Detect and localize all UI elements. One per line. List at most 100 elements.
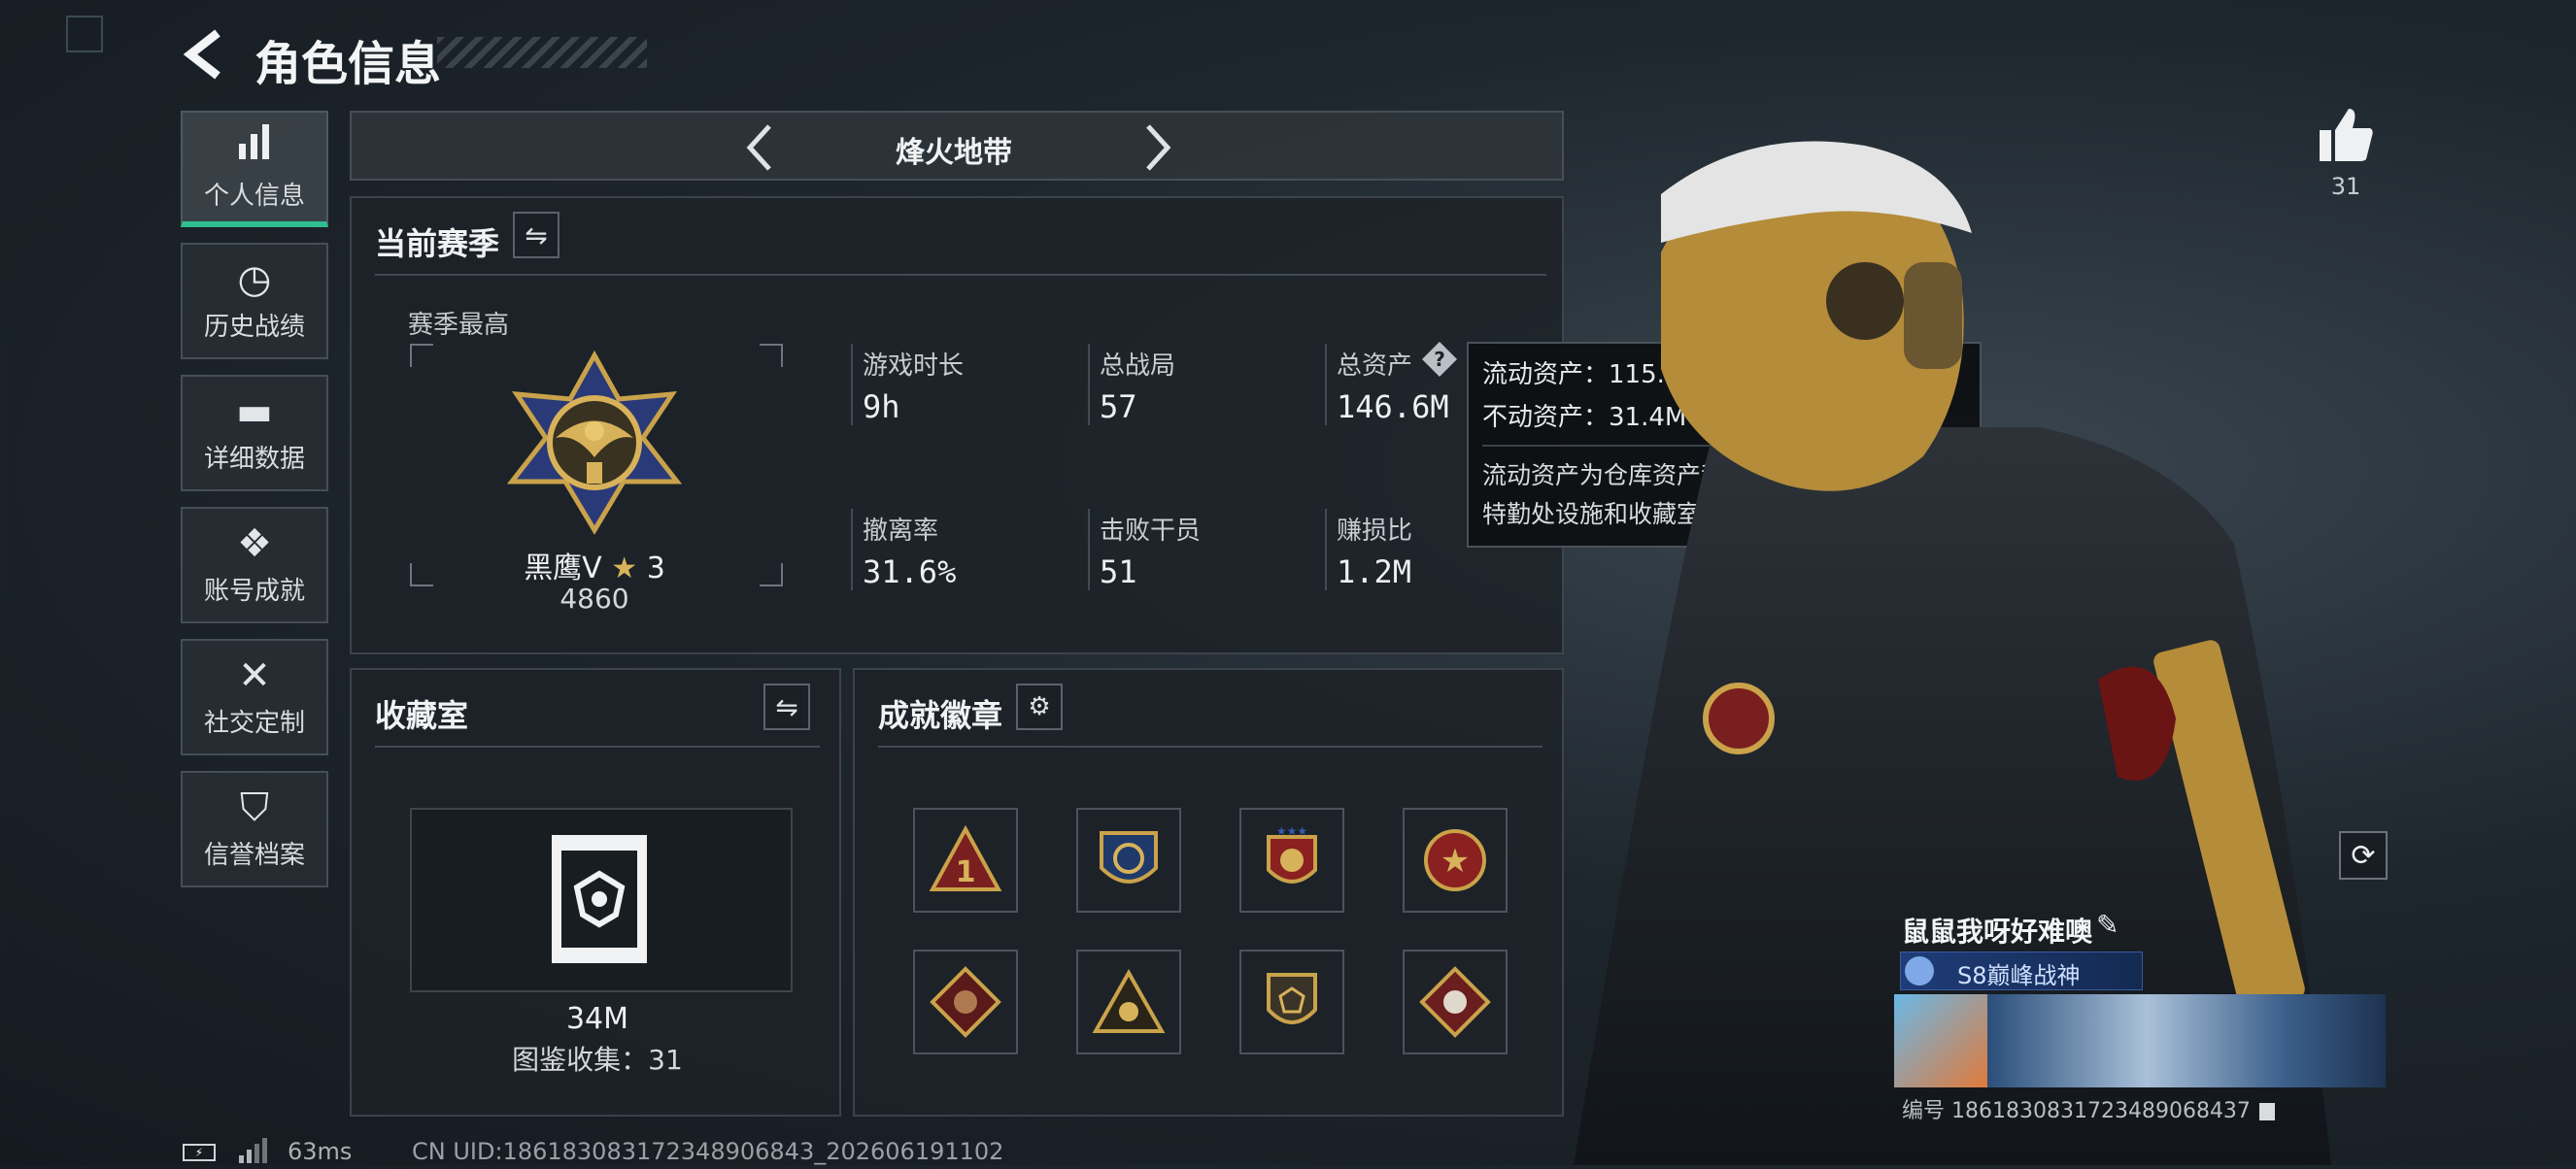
- stat-value: 146.6M: [1337, 388, 1449, 425]
- stat-value: 51: [1100, 553, 1137, 590]
- sidebar-item-label: 个人信息: [203, 182, 305, 211]
- star-icon: ★: [611, 551, 638, 585]
- stat-label: 撤离率: [863, 517, 939, 546]
- back-arrow-icon: [183, 29, 220, 80]
- title-badge: S8巅峰战神: [1900, 952, 2143, 990]
- collection-catalog: 图鉴收集：31: [512, 1044, 683, 1076]
- season-best-label: 赛季最高: [408, 311, 510, 340]
- sidebar-item-details[interactable]: ▬ 详细数据: [181, 375, 328, 491]
- badge-2-icon[interactable]: [1076, 808, 1181, 913]
- frame-corner: [410, 563, 433, 586]
- edit-name-button[interactable]: ✎: [2096, 909, 2129, 942]
- name-card-banner[interactable]: [1987, 994, 2386, 1087]
- thumbs-up-icon: [2320, 109, 2373, 161]
- sidebar-item-social[interactable]: ✕ 社交定制: [181, 639, 328, 755]
- bar-chart-icon: [235, 122, 274, 168]
- copy-icon[interactable]: [2258, 1103, 2275, 1120]
- stat-label: 总资产: [1337, 351, 1413, 381]
- signal-icon: [239, 1138, 268, 1163]
- badge-4-icon[interactable]: ★: [1403, 808, 1508, 913]
- display-case-icon: [548, 831, 651, 967]
- achievements-settings-button[interactable]: ⚙: [1016, 684, 1063, 730]
- frame-corner: [410, 344, 433, 367]
- mode-label: 烽火地带: [896, 136, 1012, 170]
- sidebar-item-achievements[interactable]: ❖ 账号成就: [181, 507, 328, 623]
- stat-divider: [1088, 344, 1090, 425]
- badge-1-icon[interactable]: 1: [913, 808, 1018, 913]
- title-badge-text: S8巅峰战神: [1957, 962, 2081, 989]
- badge-8-icon[interactable]: [1403, 950, 1508, 1054]
- collection-title: 收藏室: [375, 697, 469, 734]
- frame-corner: [760, 344, 783, 367]
- divider: [375, 274, 1546, 276]
- player-id-text: 编号 1861830831723489068437: [1902, 1099, 2251, 1123]
- chevron-right-icon: [1146, 124, 1171, 171]
- pencil-icon: ✎: [2096, 909, 2119, 941]
- chevron-left-icon: [746, 124, 771, 171]
- title-stripes: [437, 37, 647, 68]
- divider: [375, 746, 820, 748]
- next-mode-button[interactable]: [1138, 120, 1177, 175]
- svg-text:1: 1: [956, 855, 976, 889]
- tools-icon: ✕: [238, 652, 271, 698]
- collection-panel: 收藏室 ⇋ 34M 图鉴收集：31: [350, 668, 841, 1117]
- stat-value: 31.6%: [863, 553, 957, 590]
- achievement-icon: ❖: [237, 520, 272, 566]
- page-title: 角色信息: [254, 37, 442, 91]
- folder-icon: ▬: [236, 388, 273, 434]
- badge-7-icon[interactable]: [1239, 950, 1344, 1054]
- badge-3-icon[interactable]: ★★★: [1239, 808, 1344, 913]
- rank-stars: 3: [646, 551, 665, 585]
- divider: [878, 746, 1542, 748]
- frame-corner: [760, 563, 783, 586]
- badge-6-icon[interactable]: [1076, 950, 1181, 1054]
- stat-divider: [1088, 509, 1090, 590]
- svg-text:?: ?: [1434, 348, 1445, 371]
- stat-divider: [851, 344, 853, 425]
- title-badge-icon: [1905, 956, 1934, 985]
- season-switch-button[interactable]: ⇋: [513, 212, 559, 258]
- asset-help-button[interactable]: ?: [1420, 340, 1459, 379]
- stat-divider: [1325, 509, 1327, 590]
- sidebar-item-label: 账号成就: [203, 576, 305, 606]
- profile-card: 鼠鼠我呀好难噢 ✎ S8巅峰战神 编号 18618308317234890684…: [1894, 897, 2391, 1130]
- stat-value: 9h: [863, 388, 900, 425]
- shield-icon: ⛉: [240, 785, 269, 830]
- battery-icon: ⚡: [183, 1144, 216, 1161]
- stat-label: 总战局: [1100, 351, 1176, 381]
- sidebar-item-history[interactable]: ◷ 历史战绩: [181, 243, 328, 359]
- collection-preview[interactable]: [410, 808, 793, 992]
- like-count: 31: [2330, 173, 2361, 200]
- rank-emblem-icon: [497, 346, 692, 540]
- season-title: 当前赛季: [375, 225, 500, 262]
- avatar[interactable]: [1894, 994, 1987, 1087]
- stat-divider: [1325, 344, 1327, 425]
- player-id: 编号 1861830831723489068437: [1902, 1093, 2275, 1124]
- rotate-model-button[interactable]: ⟳: [2339, 831, 2388, 880]
- refresh-icon: ⟳: [2351, 838, 2376, 873]
- rank-score: 4860: [559, 583, 629, 615]
- uid-text: CN UID:18618308317234890684­3_2026061911…: [412, 1138, 1004, 1165]
- stat-label: 游戏时长: [863, 351, 965, 381]
- badge-5-icon[interactable]: [913, 950, 1018, 1054]
- like-button[interactable]: [2316, 105, 2376, 165]
- collection-switch-button[interactable]: ⇋: [763, 684, 810, 730]
- player-name: 鼠鼠我呀好难噢: [1902, 916, 2093, 948]
- svg-text:★: ★: [1441, 842, 1470, 881]
- help-icon: ?: [1422, 342, 1457, 377]
- season-panel: 当前赛季 ⇋ 赛季最高 黑鹰V ★ 3 4860 游戏时长 9h 总战局 57 …: [350, 196, 1564, 654]
- ping-text: 63ms: [288, 1138, 353, 1165]
- stat-label: 击败干员: [1100, 517, 1202, 546]
- sidebar-item-reputation[interactable]: ⛉ 信誉档案: [181, 771, 328, 887]
- history-icon: ◷: [237, 256, 272, 302]
- collection-value: 34M: [565, 1002, 629, 1036]
- sidebar-item-personal-info[interactable]: 个人信息: [181, 111, 328, 227]
- rank-row: 黑鹰V ★ 3: [478, 544, 711, 586]
- corner-marker: [66, 16, 103, 52]
- stat-divider: [851, 509, 853, 590]
- sidebar-item-label: 历史战绩: [203, 312, 305, 342]
- stat-value: 57: [1100, 388, 1137, 425]
- prev-mode-button[interactable]: [740, 120, 779, 175]
- sidebar-item-label: 信誉档案: [203, 840, 305, 870]
- back-button[interactable]: [181, 27, 229, 82]
